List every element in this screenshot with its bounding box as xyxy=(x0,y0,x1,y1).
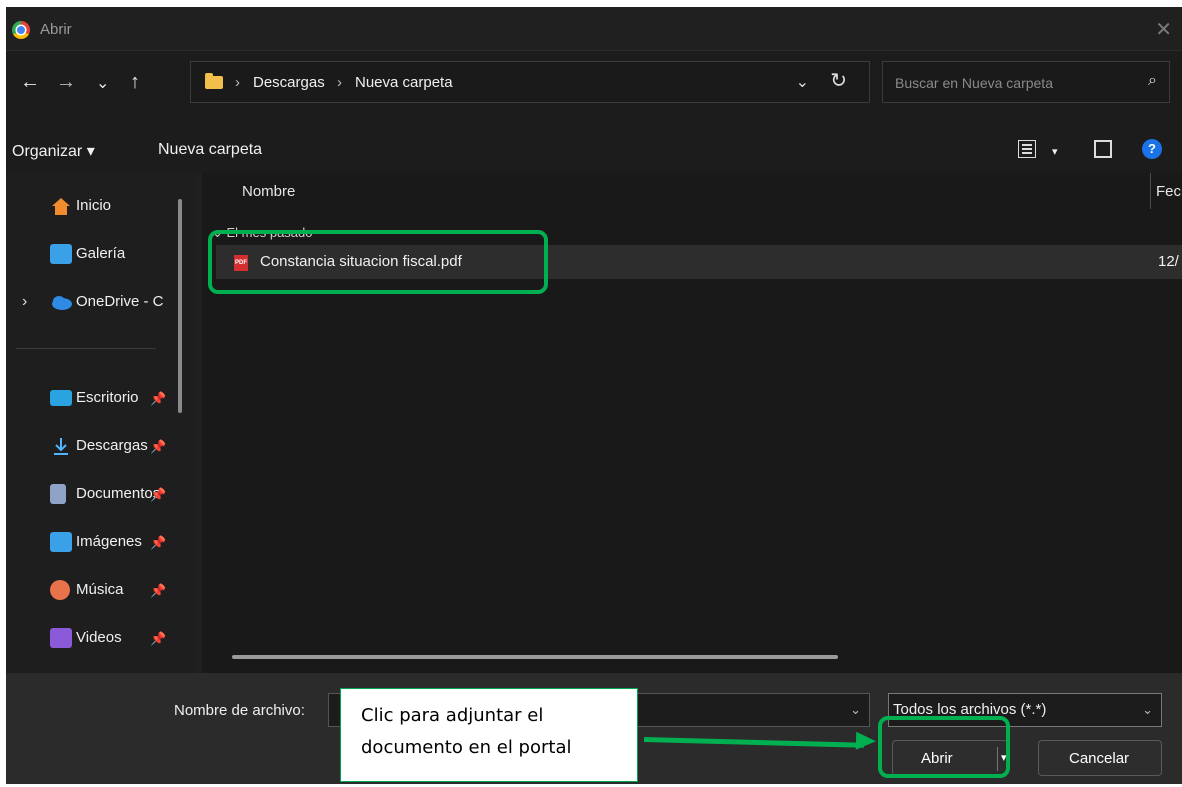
search-placeholder: Buscar en Nueva carpeta xyxy=(895,75,1053,91)
file-open-dialog: Abrir ✕ ← → ⌄ ↑ › Descargas › Nueva carp… xyxy=(6,7,1182,784)
documents-icon xyxy=(50,484,66,504)
file-type-dropdown-icon[interactable]: ⌄ xyxy=(1142,702,1153,718)
sidebar-item-label: Galería xyxy=(76,245,126,262)
callout-line-1: Clic para adjuntar el xyxy=(361,705,544,726)
window-title: Abrir xyxy=(40,21,72,38)
command-bar: Organizar ▾ Nueva carpeta ▾ ? xyxy=(6,129,1182,173)
filename-dropdown-icon[interactable]: ⌄ xyxy=(850,702,861,718)
chrome-icon xyxy=(12,21,30,39)
sidebar-divider xyxy=(16,348,156,349)
open-button-highlight-box xyxy=(878,716,1010,778)
column-header-name[interactable]: Nombre xyxy=(242,183,295,200)
desktop-icon xyxy=(50,390,72,406)
videos-icon xyxy=(50,628,72,648)
music-icon xyxy=(50,580,70,600)
filename-label: Nombre de archivo: xyxy=(174,702,305,719)
pin-icon: 📌 xyxy=(150,535,167,550)
folder-icon xyxy=(205,73,223,89)
forward-arrow-icon[interactable]: → xyxy=(56,71,76,94)
sidebar-item-inicio[interactable]: Inicio xyxy=(50,193,170,221)
column-header-date[interactable]: Fec xyxy=(1156,183,1181,200)
sidebar-item-label: Música xyxy=(76,581,124,598)
up-arrow-icon[interactable]: ↑ xyxy=(130,71,140,94)
address-dropdown-icon[interactable]: ⌄ xyxy=(796,72,809,92)
sidebar-item-label: Documentos xyxy=(76,485,161,502)
recent-locations-chevron-icon[interactable]: ⌄ xyxy=(96,73,109,93)
refresh-icon[interactable]: ↻ xyxy=(830,68,847,93)
gallery-icon xyxy=(50,244,72,264)
sidebar-item-label: Escritorio xyxy=(76,389,139,406)
help-icon[interactable]: ? xyxy=(1142,139,1162,159)
sidebar-item-label: Videos xyxy=(76,629,122,646)
onedrive-icon xyxy=(50,292,72,312)
organize-menu[interactable]: Organizar ▾ xyxy=(12,141,95,161)
breadcrumb-nueva-carpeta[interactable]: Nueva carpeta xyxy=(355,74,453,91)
sidebar-item-galeria[interactable]: Galería xyxy=(50,241,170,269)
pin-icon: 📌 xyxy=(150,631,167,646)
annotation-arrow-head xyxy=(855,731,877,751)
pin-icon: 📌 xyxy=(150,439,167,454)
view-options-icon[interactable] xyxy=(1017,139,1037,159)
preview-pane-icon[interactable] xyxy=(1094,140,1112,158)
navigation-bar: ← → ⌄ ↑ › Descargas › Nueva carpeta ⌄ ↻ … xyxy=(6,51,1182,129)
pin-icon: 📌 xyxy=(150,391,167,406)
horizontal-scrollbar[interactable] xyxy=(232,655,838,659)
expand-chevron-icon[interactable]: › xyxy=(22,293,27,311)
search-icon[interactable]: ⌕ xyxy=(1148,72,1157,90)
cancel-button[interactable]: Cancelar xyxy=(1038,740,1162,776)
pin-icon: 📌 xyxy=(150,583,167,598)
cancel-button-label: Cancelar xyxy=(1069,750,1130,767)
view-dropdown-icon[interactable]: ▾ xyxy=(1052,145,1058,158)
file-highlight-box xyxy=(208,230,548,294)
new-folder-button[interactable]: Nueva carpeta xyxy=(158,141,262,159)
instruction-callout: Clic para adjuntar el documento en el po… xyxy=(340,688,638,782)
download-icon xyxy=(50,436,72,456)
sidebar-item-onedrive[interactable]: OneDrive - C xyxy=(50,289,170,317)
sidebar-item-label: Imágenes xyxy=(76,533,142,550)
back-arrow-icon[interactable]: ← xyxy=(20,71,40,94)
pin-icon: 📌 xyxy=(150,487,167,502)
home-icon xyxy=(50,196,72,216)
navigation-pane: Inicio Galería › OneDrive - C Escritorio… xyxy=(6,173,196,673)
sidebar-item-label: OneDrive - C xyxy=(76,293,164,310)
sidebar-item-label: Descargas xyxy=(76,437,148,454)
title-bar: Abrir ✕ xyxy=(6,7,1182,51)
file-date: 12/ xyxy=(1158,253,1179,270)
sidebar-scrollbar[interactable] xyxy=(178,199,182,413)
breadcrumb-separator: › xyxy=(337,74,342,91)
callout-line-2: documento en el portal xyxy=(361,737,572,758)
search-box[interactable]: Buscar en Nueva carpeta ⌕ xyxy=(882,61,1170,103)
breadcrumb-descargas[interactable]: Descargas xyxy=(253,74,325,91)
breadcrumb-separator: › xyxy=(235,74,240,91)
column-divider[interactable] xyxy=(1150,173,1151,209)
pictures-icon xyxy=(50,532,72,552)
address-bar[interactable]: › Descargas › Nueva carpeta ⌄ ↻ xyxy=(190,61,870,103)
sidebar-item-label: Inicio xyxy=(76,197,112,214)
close-icon[interactable]: ✕ xyxy=(1155,17,1172,42)
